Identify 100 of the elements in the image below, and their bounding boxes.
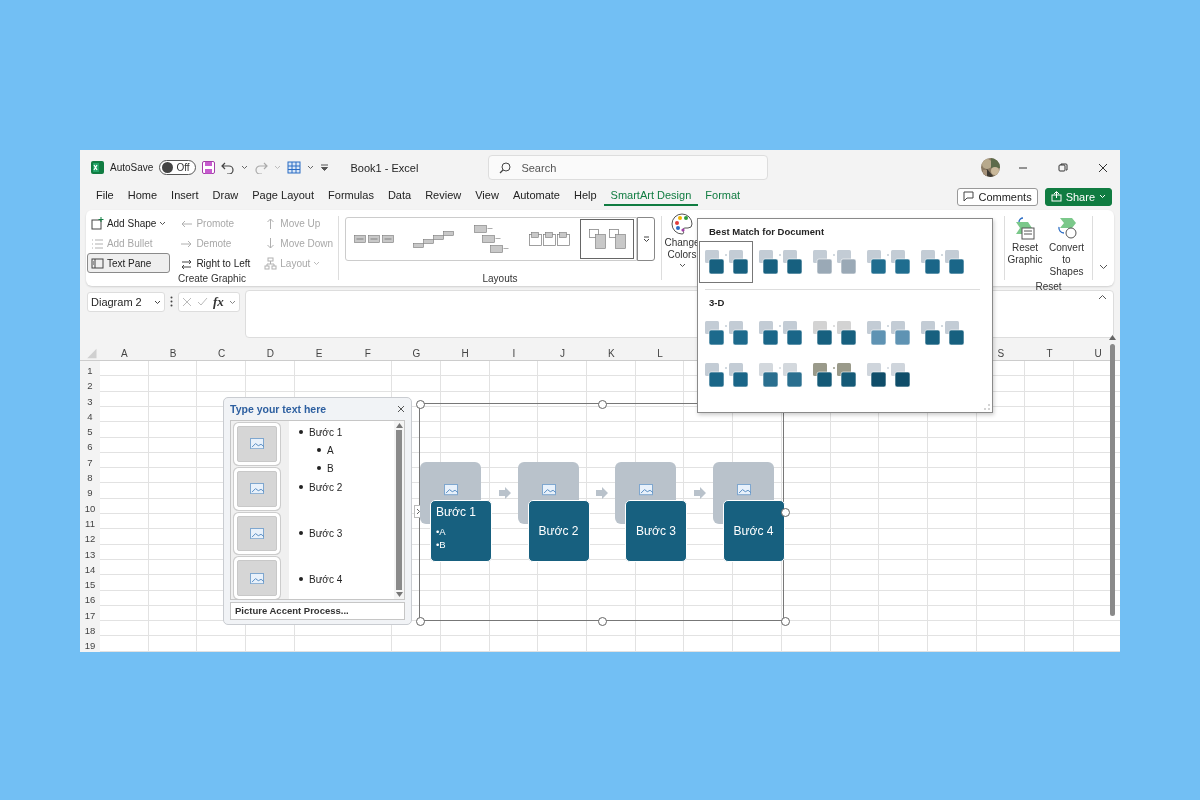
collapse-icon[interactable] — [1099, 264, 1108, 270]
resize-handle[interactable] — [598, 400, 607, 409]
row-header[interactable]: 15 — [80, 577, 100, 593]
column-header[interactable]: J — [538, 347, 587, 360]
comment-icon — [963, 191, 975, 202]
row-header[interactable]: 8 — [80, 470, 100, 486]
outline-item[interactable]: A — [327, 444, 334, 456]
row-header[interactable]: 17 — [80, 607, 100, 624]
column-header[interactable]: I — [489, 347, 539, 360]
search-input[interactable]: Search — [519, 160, 724, 175]
menu-tab[interactable]: Formulas — [321, 187, 381, 206]
step-box[interactable]: Bước 2 — [527, 500, 590, 562]
menu-tab[interactable]: Draw — [205, 187, 246, 206]
row-header[interactable]: 18 — [80, 623, 100, 639]
resize-handle[interactable] — [416, 400, 425, 409]
row-header[interactable]: 7 — [80, 454, 100, 471]
column-header[interactable]: B — [148, 347, 198, 360]
column-header[interactable]: T — [1025, 347, 1074, 360]
column-header[interactable]: L — [635, 347, 685, 360]
row-header[interactable]: 4 — [80, 408, 100, 425]
style-option[interactable] — [699, 241, 753, 283]
share-button[interactable]: Share — [1044, 187, 1112, 206]
outline-item[interactable]: Bước 2 — [309, 481, 343, 493]
resize-handle[interactable] — [598, 617, 607, 626]
menu-tab[interactable]: Home — [120, 187, 165, 206]
square-plus-icon — [90, 216, 104, 230]
step-box[interactable]: Bước 1 •A •B — [430, 500, 492, 562]
row-header[interactable]: 19 — [80, 638, 100, 652]
menu-tab[interactable]: Automate — [505, 187, 567, 206]
row-header[interactable]: 3 — [80, 393, 100, 409]
step-title: Bước 2 — [538, 524, 579, 538]
row-header[interactable]: 10 — [80, 500, 100, 516]
row-header[interactable]: 6 — [80, 439, 100, 455]
row-header[interactable]: 11 — [80, 515, 100, 532]
column-header[interactable]: H — [440, 347, 490, 360]
gallery-more-button[interactable] — [637, 217, 655, 261]
column-header[interactable]: G — [392, 347, 441, 360]
row-header[interactable]: 1 — [80, 363, 100, 379]
more-icon — [642, 235, 650, 243]
menu-tab[interactable]: Insert — [164, 187, 206, 206]
row-header[interactable]: 14 — [80, 561, 100, 578]
table-icon[interactable] — [286, 161, 301, 174]
menu-tab[interactable]: Help — [566, 187, 604, 206]
autosave-toggle[interactable]: Off — [159, 160, 196, 175]
column-header[interactable]: K — [586, 347, 636, 360]
panel-icon — [90, 256, 104, 270]
menu-tab[interactable]: Data — [380, 187, 419, 206]
step-box[interactable]: Bước 4 — [722, 500, 785, 562]
column-header[interactable]: U — [1073, 347, 1120, 360]
row-header[interactable]: 16 — [80, 592, 100, 608]
menu-tab[interactable]: Review — [418, 187, 469, 206]
convert-to-shapes-button[interactable]: Convert to Shapes — [1043, 213, 1090, 281]
caret-icon — [306, 165, 314, 170]
menu-tab[interactable]: View — [468, 187, 506, 206]
row-header[interactable]: 12 — [80, 531, 100, 547]
ribbon-button[interactable]: Right to Left — [176, 253, 255, 273]
undo-icon[interactable] — [220, 161, 235, 174]
close-icon[interactable] — [397, 405, 405, 413]
image-icon — [250, 483, 264, 495]
column-header[interactable]: A — [100, 347, 149, 360]
outline-item[interactable]: Bước 4 — [309, 573, 343, 585]
step-title: Bước 3 — [636, 524, 676, 538]
reset-graphic-button[interactable]: Reset Graphic — [1007, 213, 1043, 281]
more-options-icon[interactable] — [170, 296, 173, 307]
menu-tab[interactable]: Page Layout — [245, 187, 322, 206]
outline-item[interactable]: Bước 3 — [309, 527, 343, 539]
resize-handle[interactable] — [416, 617, 425, 626]
outline-item[interactable]: Bước 1 — [309, 426, 343, 438]
menu-tab[interactable]: File — [89, 187, 121, 206]
column-header[interactable]: D — [246, 347, 295, 360]
row-header[interactable]: 5 — [80, 424, 100, 440]
column-header[interactable]: F — [343, 347, 393, 360]
menu-tab[interactable]: SmartArt Design — [603, 187, 699, 206]
image-icon — [444, 484, 458, 498]
save-icon[interactable] — [201, 161, 215, 174]
outline-item[interactable]: B — [327, 462, 334, 474]
step-box[interactable]: Bước 3 — [625, 500, 687, 562]
group-label: Reset — [1035, 281, 1062, 292]
row-header[interactable]: 13 — [80, 546, 100, 562]
restore-icon[interactable] — [1057, 161, 1069, 174]
scroll-bar[interactable] — [394, 421, 404, 599]
layout-option[interactable] — [580, 219, 634, 259]
resize-grip-icon[interactable] — [984, 404, 990, 410]
group-label: Create Graphic — [178, 273, 246, 284]
customize-icon[interactable] — [319, 163, 329, 172]
collapse-icon[interactable] — [1098, 294, 1107, 300]
row-header[interactable]: 9 — [80, 485, 100, 501]
name-box[interactable]: Diagram 2 — [87, 292, 165, 312]
ribbon-button[interactable]: Text Pane — [86, 253, 171, 273]
insert-function-button[interactable]: fx — [213, 294, 224, 310]
arrow-icon — [498, 487, 511, 499]
row-header[interactable]: 2 — [80, 378, 100, 394]
comments-button[interactable]: Comments — [957, 187, 1038, 206]
column-header[interactable]: C — [197, 347, 247, 360]
search-field[interactable]: Search — [488, 155, 769, 180]
close-icon[interactable] — [1097, 161, 1109, 174]
ribbon-button[interactable]: Add Shape — [86, 213, 171, 233]
column-header[interactable]: E — [294, 347, 344, 360]
menu-tab[interactable]: Format — [698, 187, 748, 206]
resize-handle[interactable] — [781, 617, 790, 626]
